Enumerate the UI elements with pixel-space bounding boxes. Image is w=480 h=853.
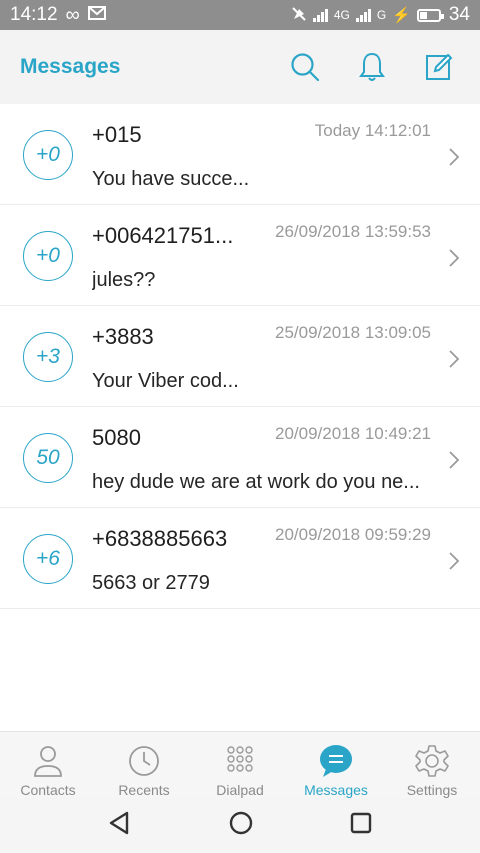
chevron-right-icon bbox=[448, 349, 460, 374]
chevron-right-icon bbox=[448, 147, 460, 172]
battery-level: 34 bbox=[448, 4, 470, 25]
chevron-right-icon bbox=[448, 248, 460, 273]
message-preview: Your Viber cod... bbox=[92, 370, 239, 392]
tab-recents[interactable]: Recents bbox=[96, 732, 192, 798]
chevron-right-icon bbox=[448, 450, 460, 475]
tab-label: Contacts bbox=[20, 782, 76, 798]
recents-button[interactable] bbox=[349, 811, 373, 840]
message-preview: 5663 or 2779 bbox=[92, 572, 210, 594]
cell-signal-icon bbox=[355, 8, 371, 22]
page-title: Messages bbox=[20, 55, 121, 78]
message-timestamp: 20/09/2018 09:59:29 bbox=[275, 525, 431, 544]
system-nav-bar bbox=[0, 798, 480, 853]
conversation-row[interactable]: +3 +3883 25/09/2018 13:09:05 Your Viber cod… bbox=[0, 306, 480, 407]
dialpad-icon bbox=[223, 744, 257, 778]
conversation-row[interactable]: +0 +006421751... 26/09/2018 13:59:53 jules?… bbox=[0, 205, 480, 306]
network-type-label: 4G bbox=[333, 8, 350, 22]
contacts-icon bbox=[31, 744, 65, 778]
conversation-list: +0 +015 Today 14:12:01 You have succe... +0 +… bbox=[0, 104, 480, 609]
message-timestamp: 20/09/2018 10:49:21 bbox=[275, 424, 431, 443]
message-timestamp: Today 14:12:01 bbox=[314, 121, 431, 140]
tab-contacts[interactable]: Contacts bbox=[0, 732, 96, 798]
contact-avatar: +0 bbox=[23, 231, 73, 281]
conversation-row[interactable]: +6 +6838885663 20/09/2018 09:59:29 5663 or … bbox=[0, 508, 480, 609]
message-preview: jules?? bbox=[92, 269, 156, 291]
mail-icon bbox=[87, 4, 106, 26]
search-icon[interactable] bbox=[290, 52, 320, 82]
contact-name: 5080 bbox=[92, 425, 141, 450]
wifi-signal-icon bbox=[312, 8, 328, 22]
message-preview: You have succe... bbox=[92, 168, 250, 190]
tab-label: Dialpad bbox=[216, 782, 264, 798]
carrier-label: G bbox=[376, 8, 387, 22]
message-preview: hey dude we are at work do you ne... bbox=[92, 471, 420, 493]
conversation-row[interactable]: +0 +015 Today 14:12:01 You have succe... bbox=[0, 104, 480, 205]
battery-fill bbox=[419, 11, 427, 19]
status-bar: 14:12 ∞ 4G G ⚡ 34 bbox=[0, 0, 480, 30]
status-time: 14:12 bbox=[10, 4, 58, 25]
bell-icon[interactable] bbox=[358, 51, 386, 83]
message-timestamp: 25/09/2018 13:09:05 bbox=[275, 323, 431, 342]
contact-avatar: +6 bbox=[23, 534, 73, 584]
home-button[interactable] bbox=[228, 810, 254, 841]
messages-icon bbox=[318, 744, 354, 778]
conversation-row[interactable]: 50 5080 20/09/2018 10:49:21 hey dude we are… bbox=[0, 407, 480, 508]
tab-label: Settings bbox=[406, 782, 458, 798]
tab-label: Recents bbox=[118, 782, 170, 798]
contact-avatar: +0 bbox=[23, 130, 73, 180]
contact-name: +015 bbox=[92, 122, 142, 147]
back-button[interactable] bbox=[107, 810, 133, 841]
tab-messages[interactable]: Messages bbox=[288, 732, 384, 798]
chevron-right-icon bbox=[448, 551, 460, 576]
mute-icon bbox=[291, 6, 307, 25]
contact-name: +006421751... bbox=[92, 223, 234, 248]
message-timestamp: 26/09/2018 13:59:53 bbox=[275, 222, 431, 241]
tab-label: Messages bbox=[304, 782, 368, 798]
infinity-icon: ∞ bbox=[65, 3, 80, 26]
app-header: Messages bbox=[0, 30, 480, 104]
charging-icon: ⚡ bbox=[392, 7, 411, 24]
contact-name: +6838885663 bbox=[92, 526, 228, 551]
tab-dialpad[interactable]: Dialpad bbox=[192, 732, 288, 798]
contact-avatar: 50 bbox=[23, 433, 73, 483]
contact-avatar: +3 bbox=[23, 332, 73, 382]
contact-name: +3883 bbox=[92, 324, 154, 349]
gear-icon bbox=[415, 744, 449, 778]
bottom-tab-bar: Contacts Recents Dialpad Messages Settin… bbox=[0, 731, 480, 798]
clock-icon bbox=[127, 744, 161, 778]
tab-settings[interactable]: Settings bbox=[384, 732, 480, 798]
compose-icon[interactable] bbox=[424, 52, 454, 82]
battery-icon bbox=[416, 8, 444, 22]
